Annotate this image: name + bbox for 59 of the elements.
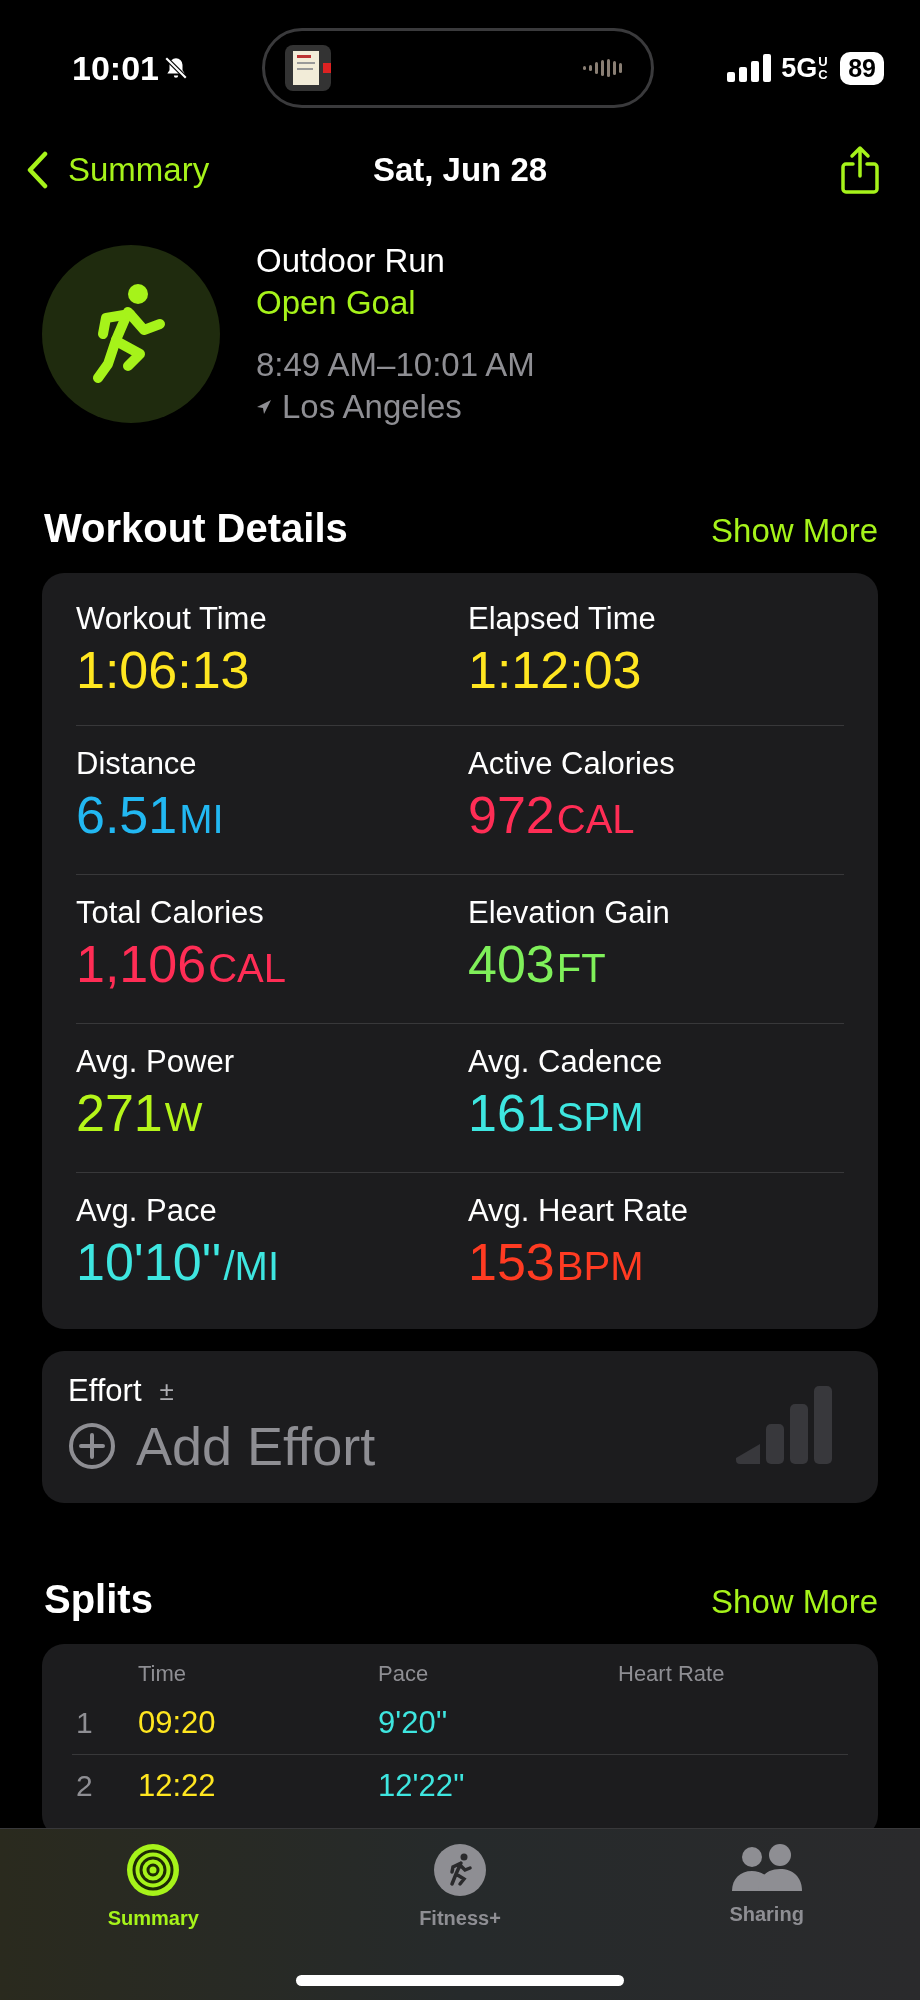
metric-label: Total Calories [76, 895, 265, 931]
metric-label: Elevation Gain [468, 895, 671, 931]
split-pace: 12'22'' [378, 1768, 466, 1804]
add-circle-icon [68, 1422, 116, 1470]
back-button[interactable]: Summary [26, 151, 210, 189]
split-number: 2 [75, 1769, 94, 1803]
network-sub-label: UC [818, 55, 829, 81]
split-pace: 9'20'' [378, 1705, 449, 1741]
metric-value: 153BPM [468, 1232, 645, 1293]
people-icon [731, 1843, 802, 1893]
metric-label: Distance [76, 746, 198, 782]
tab[interactable]: Sharing [666, 1843, 867, 1943]
metric-value: 6.51MI [76, 785, 225, 846]
metric-label: Avg. Heart Rate [468, 1193, 689, 1229]
workout-goal: Open Goal [256, 283, 417, 323]
split-time: 12:22 [138, 1768, 217, 1804]
effort-card[interactable]: Effort ± Add Effort [42, 1351, 878, 1503]
split-time: 09:20 [138, 1705, 217, 1741]
show-more-link[interactable]: Show More [711, 1583, 878, 1621]
workout-time-range: 8:49 AM–10:01 AM [256, 345, 535, 385]
metric-value: 10'10''/MI [76, 1232, 280, 1293]
show-more-link[interactable]: Show More [711, 512, 878, 550]
share-icon[interactable] [840, 145, 880, 195]
metric-value: 972CAL [468, 785, 636, 846]
silent-bell-icon [162, 55, 189, 81]
metric-label: Workout Time [76, 601, 268, 637]
workout-name: Outdoor Run [256, 241, 446, 281]
split-number: 1 [75, 1706, 94, 1740]
runner-circle-icon [433, 1843, 487, 1897]
metric-value: 403FT [468, 934, 607, 995]
tab[interactable]: Summary [53, 1843, 254, 1943]
metric-value: 1:12:03 [468, 640, 643, 701]
metric-value: 271W [76, 1083, 204, 1144]
column-header: Pace [378, 1661, 430, 1687]
activity-rings-icon [126, 1843, 181, 1897]
status-time: 10:01 [72, 48, 159, 88]
column-header: Heart Rate [618, 1661, 726, 1687]
metric-label: Avg. Pace [76, 1193, 218, 1229]
section-title: Workout Details [44, 506, 348, 551]
add-effort-label: Add Effort [136, 1415, 376, 1477]
metric-label: Avg. Power [76, 1044, 235, 1080]
metric-value: 1,106CAL [76, 934, 287, 995]
section-title: Splits [44, 1577, 153, 1622]
metric-value: 1:06:13 [76, 640, 251, 701]
metric-value: 161SPM [468, 1083, 645, 1144]
chevron-left-icon [26, 151, 48, 189]
location-arrow-icon [256, 399, 272, 415]
workout-location: Los Angeles [282, 387, 462, 427]
signal-icon [727, 54, 772, 82]
network-label: 5G [781, 52, 818, 84]
nav-title: Sat, Jun 28 [372, 151, 548, 189]
tab[interactable]: Fitness+ [360, 1843, 560, 1943]
metric-label: Active Calories [468, 746, 676, 782]
plus-minus-symbol: ± [159, 1375, 174, 1407]
metric-label: Elapsed Time [468, 601, 657, 637]
effort-label: Effort [68, 1373, 142, 1409]
column-header: Time [138, 1661, 188, 1687]
battery-indicator: 89 [840, 51, 884, 85]
metric-label: Avg. Cadence [468, 1044, 664, 1080]
